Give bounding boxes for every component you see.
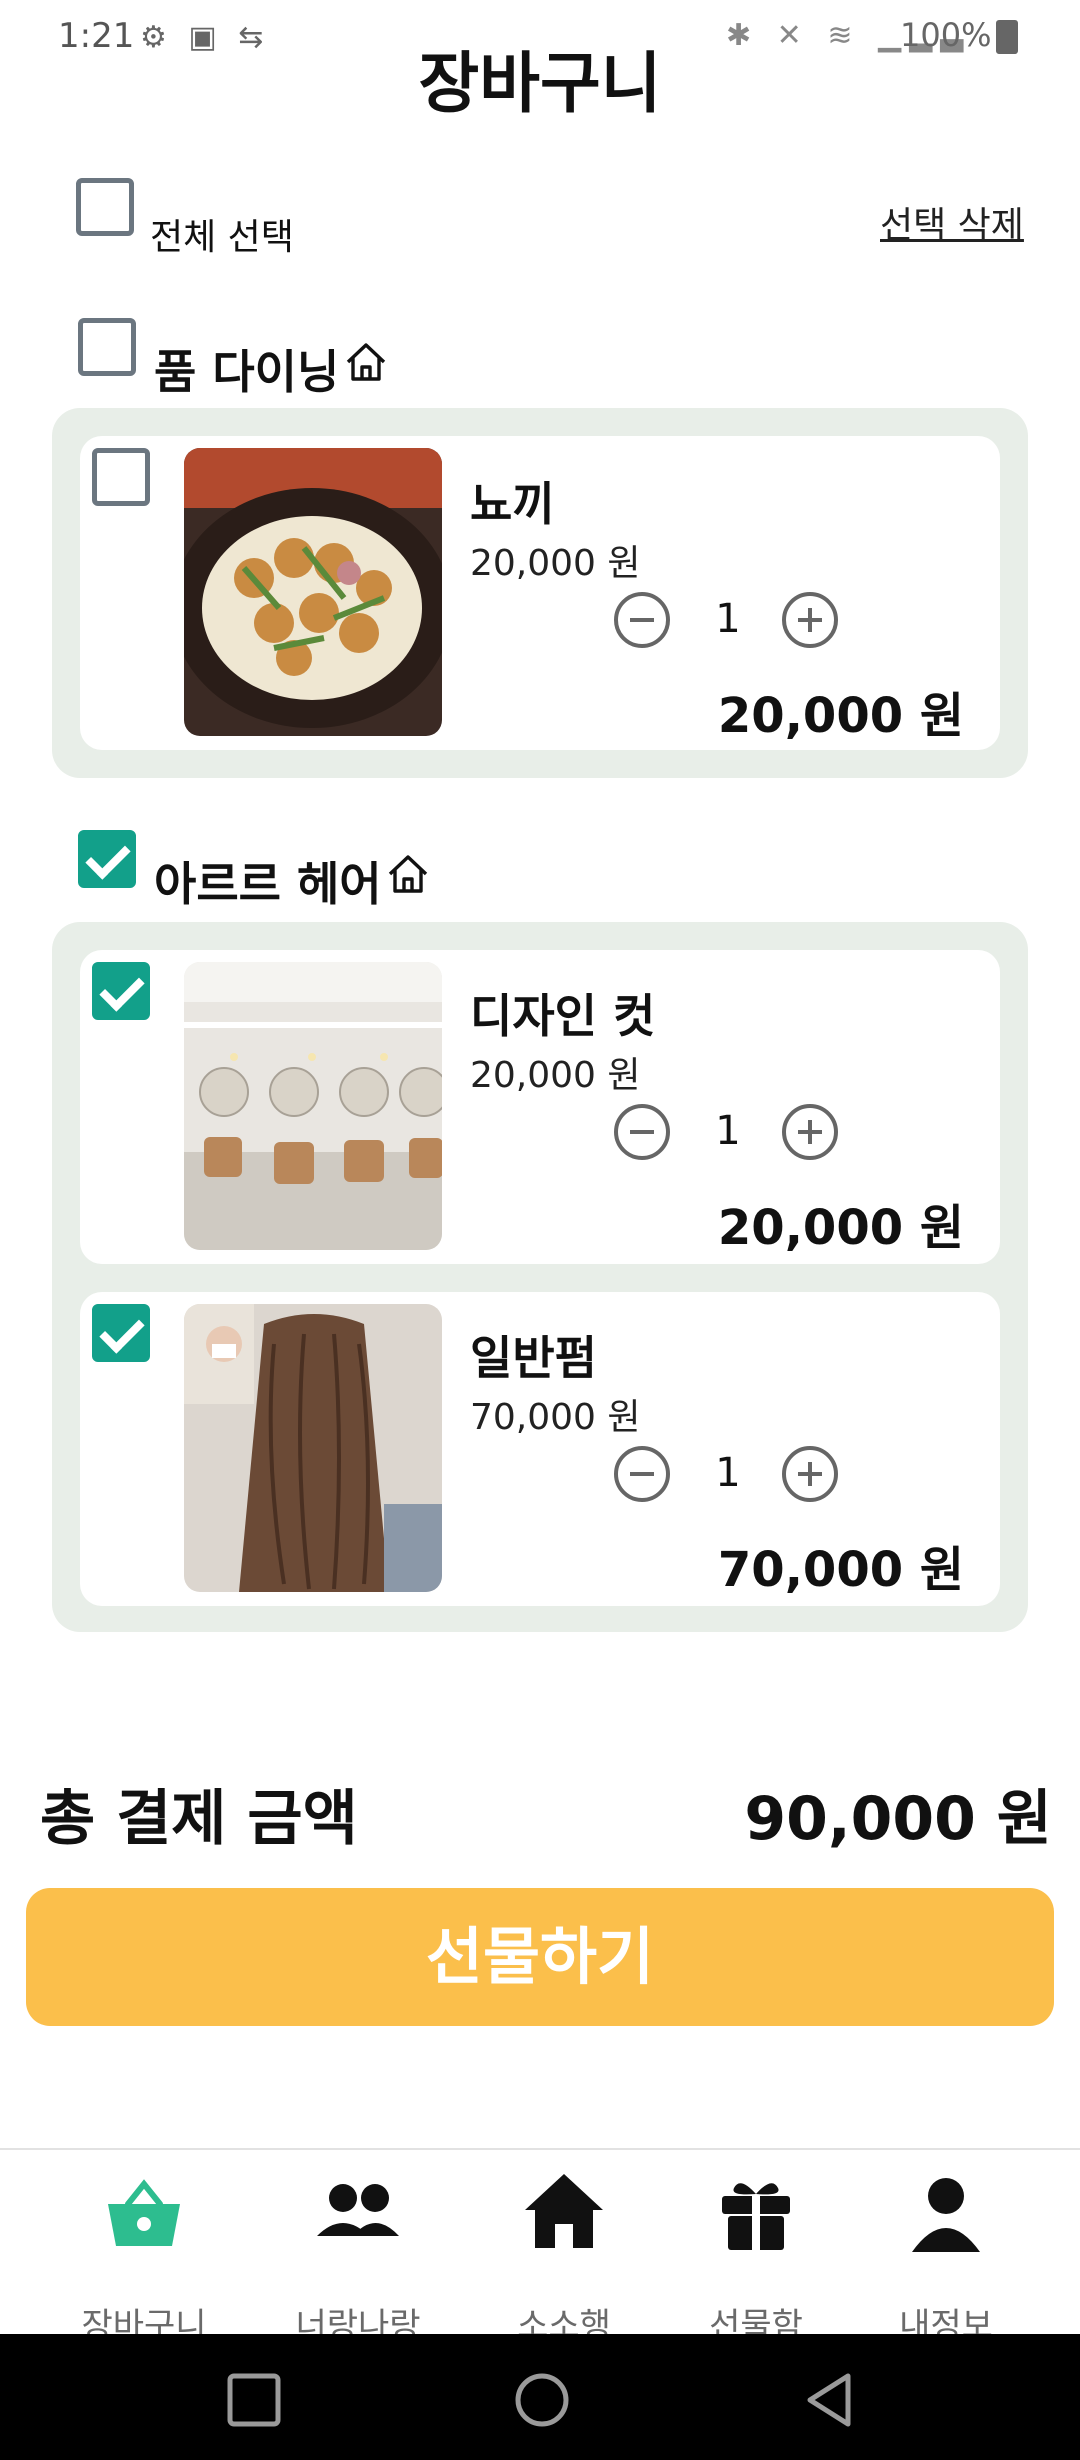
salon-interior-image xyxy=(184,962,442,1250)
increase-quantity-button[interactable] xyxy=(782,592,838,648)
increase-quantity-button[interactable] xyxy=(782,1446,838,1502)
home-button-icon[interactable] xyxy=(512,2370,572,2430)
gnocchi-image xyxy=(184,448,442,736)
basket-icon xyxy=(108,2179,180,2246)
select-all-checkbox[interactable] xyxy=(76,178,134,236)
total-value: 90,000 원 xyxy=(744,1784,1052,1854)
decrease-quantity-button[interactable] xyxy=(614,1104,670,1160)
delete-selected-link[interactable]: 선택 삭제 xyxy=(880,196,1024,248)
item-checkbox[interactable] xyxy=(92,962,150,1020)
item-quantity: 1 xyxy=(715,596,741,642)
item-price: 70,000 원 xyxy=(470,1397,641,1438)
gift-icon xyxy=(722,2183,790,2250)
bottom-nav: 장바구니 너랑나랑 소소행 선물함 내정보 xyxy=(0,2148,1080,2346)
item-price: 20,000 원 xyxy=(470,543,641,584)
item-name: 일반펌 xyxy=(470,1331,597,1385)
item-checkbox[interactable] xyxy=(92,448,150,506)
select-all-label: 전체 선택 xyxy=(150,217,294,258)
item-total: 70,000 원 xyxy=(717,1542,964,1598)
store-checkbox[interactable] xyxy=(78,830,136,888)
system-navigation-bar xyxy=(0,2334,1080,2460)
store-name: 아르르 헤어 xyxy=(154,857,382,911)
item-name: 뇨끼 xyxy=(470,477,555,531)
decrease-quantity-button[interactable] xyxy=(614,592,670,648)
total-label: 총 결제 금액 xyxy=(40,1784,358,1854)
store-name: 품 다이닝 xyxy=(154,345,340,399)
item-quantity: 1 xyxy=(715,1108,741,1154)
item-checkbox[interactable] xyxy=(92,1304,150,1362)
store-home-icon[interactable] xyxy=(386,852,430,896)
page-title: 장바구니 xyxy=(418,45,662,122)
item-total: 20,000 원 xyxy=(717,1200,964,1256)
back-icon[interactable] xyxy=(800,2370,860,2430)
person-icon xyxy=(912,2178,980,2252)
store-checkbox[interactable] xyxy=(78,318,136,376)
gift-button[interactable]: 선물하기 xyxy=(26,1888,1054,2026)
store-home-icon[interactable] xyxy=(344,340,388,384)
item-price: 20,000 원 xyxy=(470,1055,641,1096)
home-icon xyxy=(525,2174,603,2248)
item-name: 디자인 컷 xyxy=(470,989,656,1043)
people-icon xyxy=(317,2184,399,2236)
item-total: 20,000 원 xyxy=(717,688,964,744)
recent-apps-icon[interactable] xyxy=(226,2372,282,2428)
decrease-quantity-button[interactable] xyxy=(614,1446,670,1502)
hair-perm-image xyxy=(184,1304,442,1592)
item-quantity: 1 xyxy=(715,1450,741,1496)
increase-quantity-button[interactable] xyxy=(782,1104,838,1160)
